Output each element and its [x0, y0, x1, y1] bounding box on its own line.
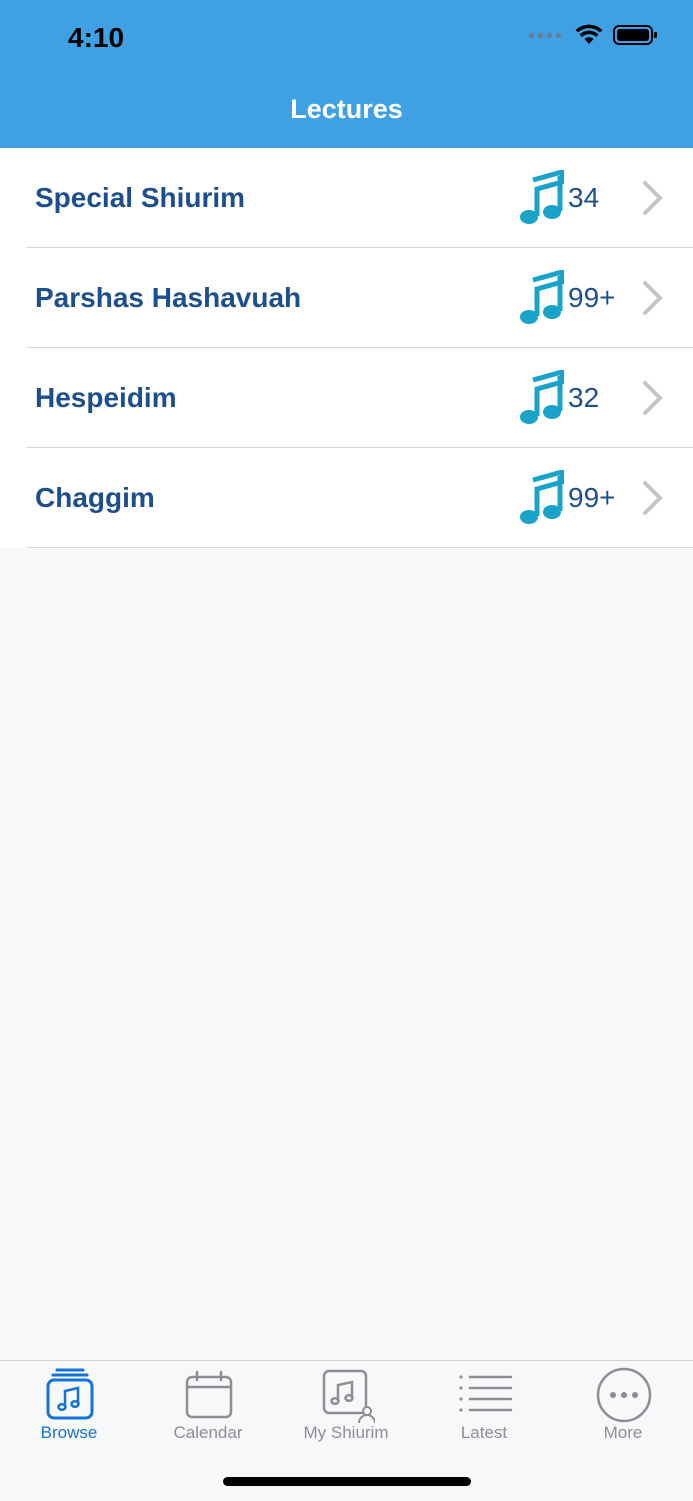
- chevron-right-icon: [643, 281, 663, 315]
- tab-label: Latest: [460, 1423, 508, 1442]
- tab-more[interactable]: More: [554, 1361, 692, 1461]
- my-music-icon: [322, 1369, 375, 1423]
- chevron-right-icon: [643, 381, 663, 415]
- list-item-label: Special Shiurim: [35, 182, 246, 213]
- page-title: Lectures: [290, 94, 403, 124]
- tab-label: My Shiurim: [303, 1423, 389, 1442]
- lecture-category-list: Special Shiurim 34 Parshas Hashavuah 99+…: [0, 148, 693, 548]
- list-item[interactable]: Parshas Hashavuah 99+: [0, 248, 693, 348]
- music-note-icon: [520, 470, 564, 524]
- list-item-label: Hespeidim: [35, 382, 177, 413]
- tab-calendar[interactable]: Calendar: [139, 1361, 277, 1461]
- music-library-icon: [46, 1368, 94, 1420]
- tab-label: Calendar: [173, 1423, 243, 1442]
- tab-label: Browse: [40, 1423, 98, 1442]
- chevron-right-icon: [643, 181, 663, 215]
- music-note-icon: [520, 270, 564, 324]
- list-item-label: Parshas Hashavuah: [35, 282, 302, 313]
- lecture-count: 34: [568, 182, 600, 213]
- home-indicator[interactable]: [223, 1477, 471, 1486]
- music-note-icon: [520, 170, 564, 224]
- cellular-signal-icon: [529, 32, 561, 38]
- list-item[interactable]: Chaggim 99+: [0, 448, 693, 548]
- status-icons: [529, 24, 657, 46]
- list-item[interactable]: Special Shiurim 34: [0, 148, 693, 248]
- list-icon: [459, 1375, 513, 1412]
- list-item-label: Chaggim: [35, 482, 155, 513]
- music-note-icon: [520, 370, 564, 424]
- list-item[interactable]: Hespeidim 32: [0, 348, 693, 448]
- battery-icon: [613, 25, 657, 45]
- tab-browse[interactable]: Browse: [0, 1361, 138, 1461]
- status-time: 4:10: [68, 22, 125, 53]
- lecture-count: 99+: [568, 282, 616, 313]
- more-icon: [596, 1367, 652, 1423]
- tab-latest[interactable]: Latest: [415, 1361, 553, 1461]
- header: 4:10 Lectures: [0, 0, 693, 148]
- lecture-count: 99+: [568, 482, 616, 513]
- wifi-icon: [575, 24, 603, 44]
- calendar-icon: [185, 1370, 233, 1419]
- chevron-right-icon: [643, 481, 663, 515]
- tab-my-shiurim[interactable]: My Shiurim: [277, 1361, 415, 1461]
- tab-label: More: [603, 1423, 643, 1442]
- lecture-count: 32: [568, 382, 600, 413]
